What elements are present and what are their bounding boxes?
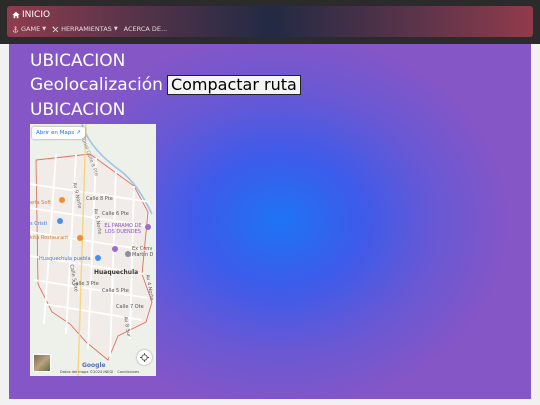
chevron-down-icon: ▼ [42, 26, 47, 32]
nav-item-acerca[interactable]: ACERCA DE... [124, 24, 168, 35]
nav-item-game[interactable]: GAME ▼ [12, 24, 46, 35]
nav-item-game-label: GAME [21, 25, 41, 33]
tools-icon [52, 26, 59, 33]
heading-ubicacion-2: UBICACION [30, 100, 126, 120]
map-label: Calle 3 Pte [72, 281, 99, 287]
map-embed[interactable]: Abrir en Maps ↗ Túnel Calle 8 Pte Av 9 N… [30, 124, 156, 376]
nav-item-acerca-label: ACERCA DE... [123, 25, 168, 33]
map-label: Calle 7 Ote [116, 304, 144, 310]
map-label: kita Restaurant [30, 235, 69, 241]
geolocation-label: Geolocalización [30, 75, 163, 95]
map-label: Martín D [132, 252, 154, 258]
map-label: Huaquechula puebla [39, 256, 91, 262]
map-label: eria Soft [30, 200, 52, 206]
anchor-icon [12, 26, 19, 33]
map-data-credit: Datos del mapa ©2024 INEGI [60, 370, 114, 374]
my-location-button[interactable] [137, 350, 152, 365]
open-in-maps-label: Abrir en Maps [36, 130, 75, 136]
home-icon [12, 11, 20, 19]
top-bar: INICIO GAME ▼ HERRAMIENTAS ▼ ACERCA DE..… [0, 0, 540, 44]
chevron-down-icon: ▼ [113, 26, 118, 32]
nav-brand-inicio[interactable]: INICIO [12, 9, 50, 21]
geolocation-row: Geolocalización Compactar ruta [30, 75, 301, 95]
satellite-layer-thumbnail[interactable] [33, 354, 51, 372]
map-label: s Cristi [30, 221, 48, 227]
map-label: Calle 6 Pte [102, 211, 129, 217]
map-label: EL PARAMO DE LOS DUENDES [104, 223, 142, 235]
google-logo: Google [82, 362, 106, 369]
nav-item-herramientas-label: HERRAMIENTAS [61, 25, 112, 33]
main-content: UBICACION Geolocalización Compactar ruta… [9, 44, 531, 399]
compact-route-button[interactable]: Compactar ruta [166, 75, 301, 95]
nav-brand-label: INICIO [22, 10, 51, 20]
heading-ubicacion-1: UBICACION [30, 51, 126, 71]
navbar: INICIO GAME ▼ HERRAMIENTAS ▼ ACERCA DE..… [7, 6, 533, 37]
open-in-maps-button[interactable]: Abrir en Maps ↗ [32, 127, 85, 139]
map-attribution: Datos del mapa ©2024 INEGI Condiciones [60, 370, 139, 374]
nav-item-herramientas[interactable]: HERRAMIENTAS ▼ [52, 24, 118, 35]
map-label: Huaquechula [94, 269, 139, 276]
terms-link[interactable]: Condiciones [117, 370, 139, 374]
nav-menu: GAME ▼ HERRAMIENTAS ▼ ACERCA DE... [12, 24, 167, 35]
map-label: Calle 8 Pte [86, 196, 113, 202]
map-label: Calle 5 Pte [102, 288, 129, 294]
crosshair-icon [140, 353, 149, 362]
